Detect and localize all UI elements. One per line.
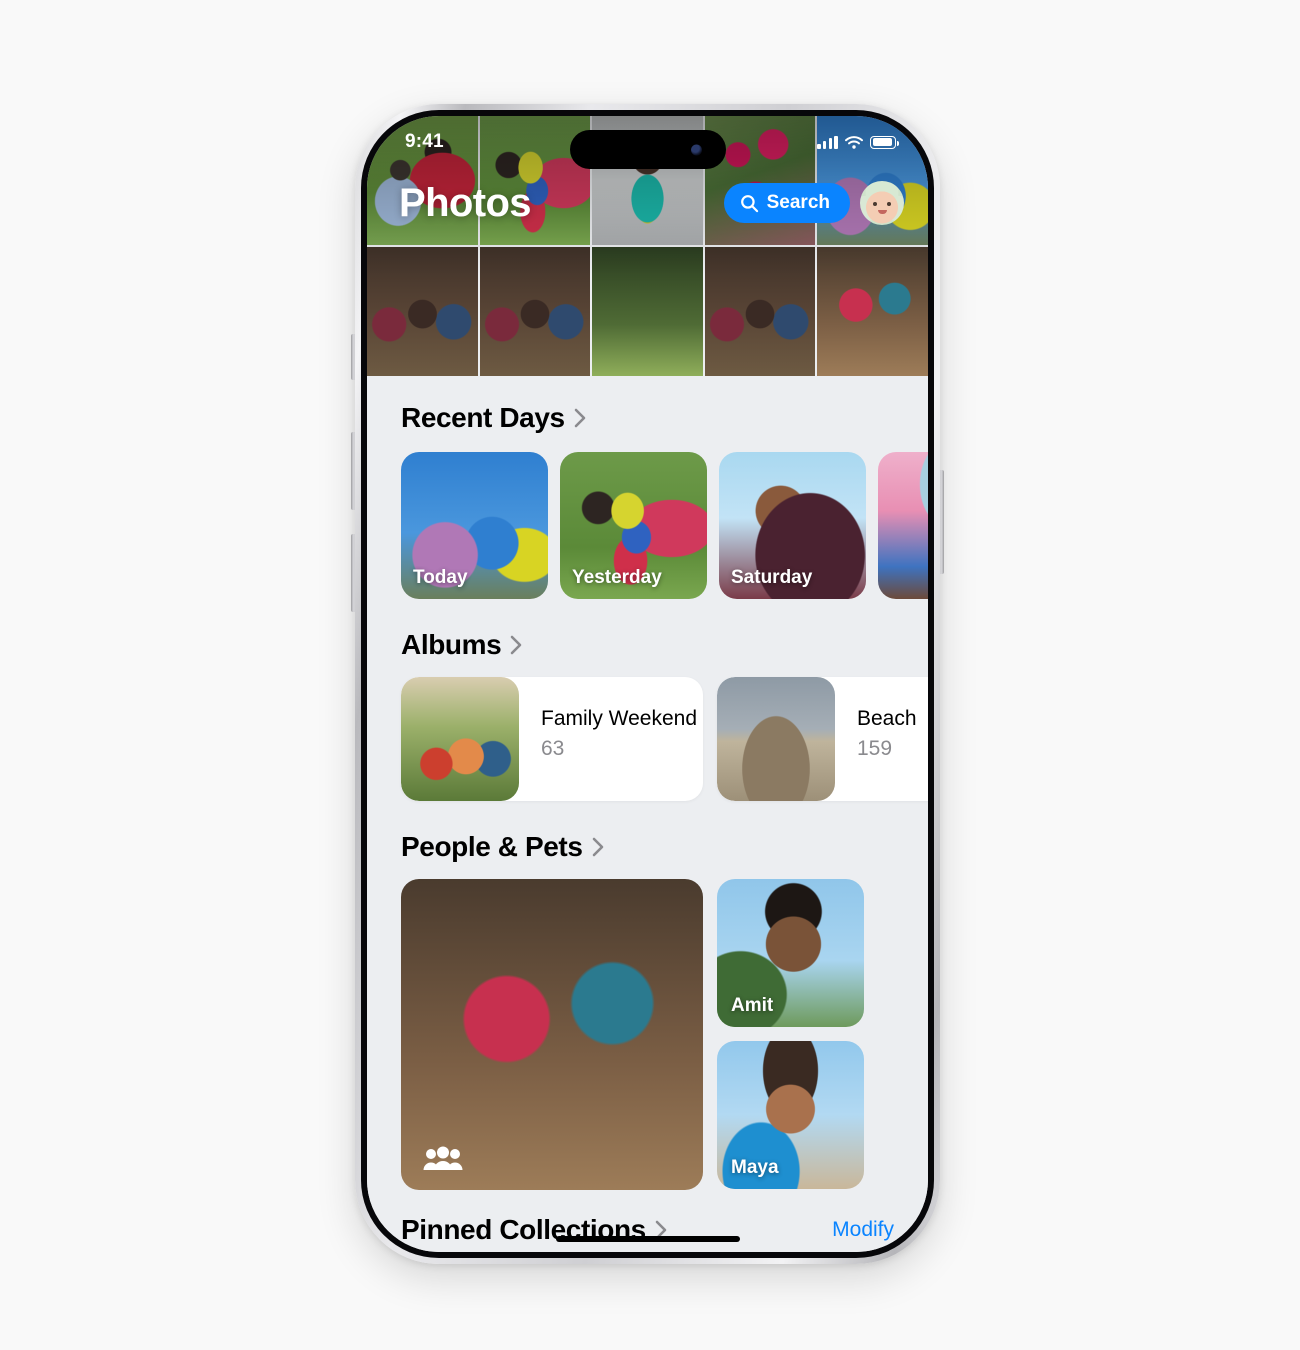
status-time: 9:41 xyxy=(405,131,444,152)
person-tile[interactable]: Maya xyxy=(717,1041,864,1189)
screenshot-stage: 9:41 Photos Search Recent Days Today Yes… xyxy=(0,0,1300,1350)
people-group-icon xyxy=(423,1146,463,1170)
search-icon xyxy=(740,194,758,212)
recent-day-label: Saturday xyxy=(731,567,813,588)
front-camera-icon xyxy=(690,144,702,155)
album-card[interactable]: Family Weekend 63 xyxy=(401,677,703,801)
person-tile[interactable]: Amit xyxy=(717,879,864,1027)
section-title: Recent Days xyxy=(401,402,565,433)
album-count: 63 xyxy=(541,737,565,760)
recent-day-tile[interactable]: Saturday xyxy=(719,452,866,599)
chevron-right-icon xyxy=(510,635,522,655)
album-name: Family Weekend xyxy=(541,707,698,730)
person-name: Amit xyxy=(731,995,774,1016)
recent-day-tile[interactable]: Yesterday xyxy=(560,452,707,599)
album-count: 159 xyxy=(857,737,893,760)
signal-bars-icon xyxy=(817,135,838,149)
page-title: Photos xyxy=(399,180,532,225)
dynamic-island xyxy=(569,130,726,169)
section-title: Albums xyxy=(401,629,502,660)
album-card[interactable]: Beach 159 xyxy=(717,677,928,801)
people-tile-column: Amit Maya xyxy=(717,879,864,1190)
recent-day-label: Yesterday xyxy=(572,567,662,588)
home-indicator[interactable] xyxy=(555,1236,740,1242)
section-header-albums[interactable]: Albums xyxy=(367,629,928,661)
modify-button[interactable]: Modify xyxy=(832,1218,894,1242)
album-name: Beach xyxy=(857,707,917,730)
wifi-icon xyxy=(845,135,863,149)
search-button-label: Search xyxy=(766,192,830,213)
iphone-device-frame: 9:41 Photos Search Recent Days Today Yes… xyxy=(355,104,940,1264)
people-featured-tile[interactable] xyxy=(401,879,703,1190)
recent-day-tile[interactable] xyxy=(878,452,928,599)
app-nav-bar: Photos Search xyxy=(367,172,928,234)
chevron-right-icon xyxy=(574,408,585,428)
chevron-right-icon xyxy=(592,837,603,857)
section-title: People & Pets xyxy=(401,831,583,862)
section-header-recent-days[interactable]: Recent Days xyxy=(367,402,928,434)
album-thumbnail xyxy=(717,677,835,801)
battery-icon xyxy=(870,135,899,149)
recent-day-tile[interactable]: Today xyxy=(401,452,548,599)
avatar[interactable] xyxy=(860,181,904,225)
device-bezel: 9:41 Photos Search Recent Days Today Yes… xyxy=(361,110,934,1258)
person-name: Maya xyxy=(731,1157,779,1178)
search-button[interactable]: Search xyxy=(723,183,850,223)
recent-day-label: Today xyxy=(413,567,468,588)
section-header-people-pets[interactable]: People & Pets xyxy=(367,831,928,863)
status-indicators xyxy=(817,135,899,149)
people-pets-row[interactable]: Amit Maya xyxy=(367,879,928,1190)
album-thumbnail xyxy=(401,677,519,801)
photos-content-sheet[interactable]: Recent Days Today Yesterday Saturday Alb… xyxy=(367,376,928,1252)
recent-days-row[interactable]: Today Yesterday Saturday xyxy=(367,452,928,599)
phone-screen: 9:41 Photos Search Recent Days Today Yes… xyxy=(367,116,928,1252)
albums-row[interactable]: Family Weekend 63 Beach 159 xyxy=(367,677,928,801)
